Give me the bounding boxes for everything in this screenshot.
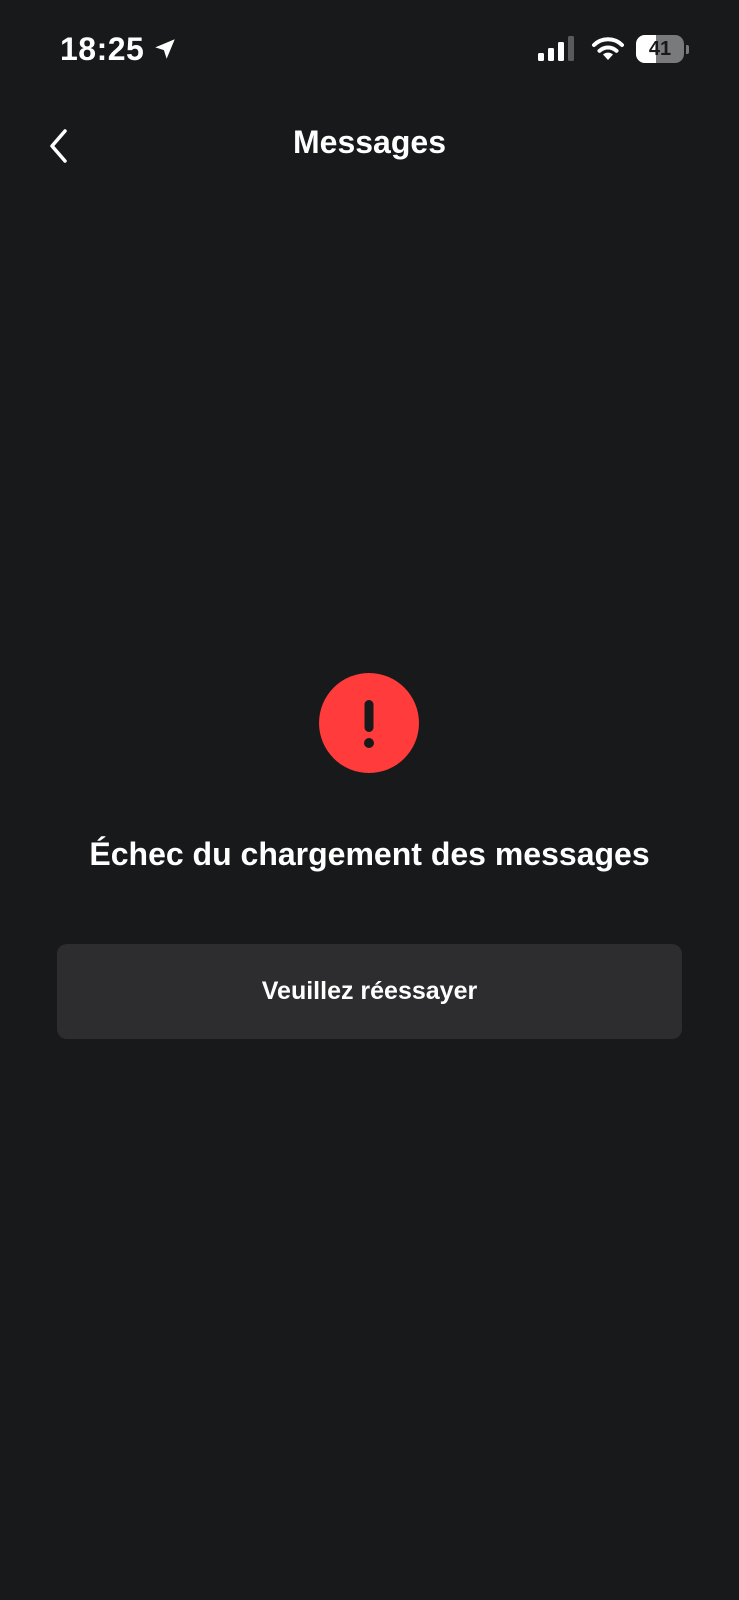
page-title: Messages (293, 124, 446, 160)
retry-button[interactable]: Veuillez réessayer (57, 944, 682, 1039)
wifi-icon (592, 37, 624, 60)
battery-body: 41 (636, 35, 684, 63)
status-bar: 18:25 41 (0, 0, 739, 100)
navigation-bar: Messages (0, 110, 739, 180)
status-time: 18:25 (60, 31, 145, 67)
exclamation-icon (319, 673, 419, 773)
battery-cap (686, 45, 689, 54)
error-icon (319, 673, 419, 773)
location-arrow-icon (155, 39, 175, 59)
error-message: Échec du chargement des messages (89, 836, 650, 872)
battery-level: 41 (648, 38, 672, 60)
cellular-signal-icon (538, 36, 574, 61)
battery-icon: 41 (636, 35, 690, 63)
